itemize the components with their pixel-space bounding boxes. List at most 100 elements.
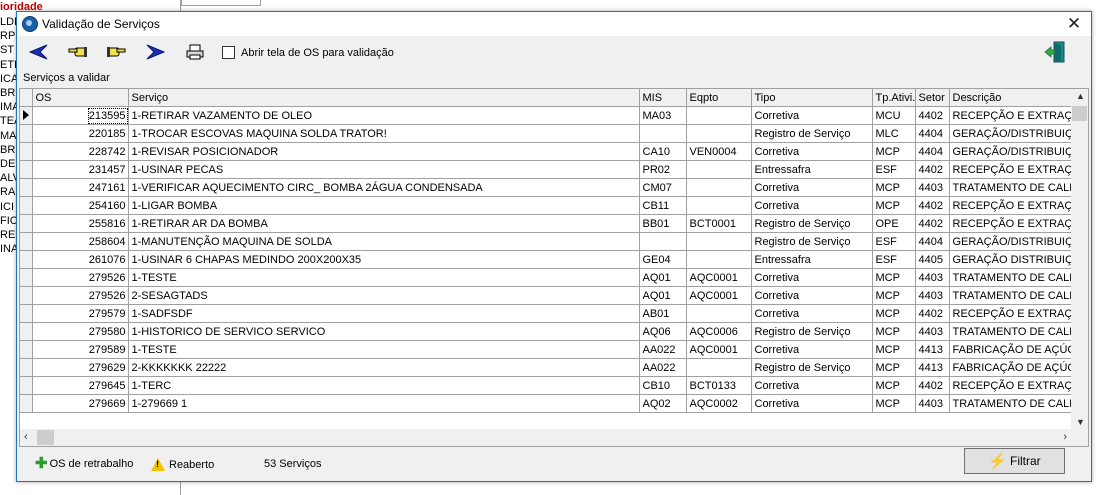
cell-setor[interactable]: 4402 bbox=[915, 106, 950, 125]
cell-servico[interactable]: 1-USINAR 6 CHAPAS MEDINDO 200X200X35 bbox=[128, 250, 640, 269]
cell-os[interactable]: 279629 bbox=[32, 358, 129, 377]
vertical-scrollbar[interactable]: ▲ ▼ bbox=[1071, 89, 1088, 429]
cell-setor[interactable]: 4405 bbox=[915, 250, 950, 269]
cell-descricao[interactable]: GERAÇÃO DISTRIBUIÇÃO bbox=[949, 250, 1073, 269]
scroll-up-icon[interactable]: ▲ bbox=[1076, 91, 1085, 101]
cell-descricao[interactable]: GERAÇÃO/DISTRIBUIÇÃO bbox=[949, 142, 1073, 161]
cell-os[interactable]: 261076 bbox=[32, 250, 129, 269]
cell-os[interactable]: 255816 bbox=[32, 214, 129, 233]
vertical-scroll-thumb[interactable] bbox=[1072, 106, 1087, 121]
open-os-checkbox[interactable] bbox=[222, 46, 235, 59]
cell-servico[interactable]: 1-HISTORICO DE SERVICO SERVICO bbox=[128, 322, 640, 341]
cell-mis[interactable]: GE04 bbox=[639, 250, 687, 269]
cell-servico[interactable]: 1-SADFSDF bbox=[128, 304, 640, 323]
cell-servico[interactable]: 1-279669 1 bbox=[128, 394, 640, 413]
cell-tp-ativi[interactable]: MCP bbox=[872, 286, 916, 305]
cell-eqpto[interactable]: BCT0001 bbox=[686, 214, 752, 233]
print-button[interactable] bbox=[183, 41, 207, 63]
cell-tp-ativi[interactable]: MLC bbox=[872, 124, 916, 143]
cell-os[interactable]: 279669 bbox=[32, 394, 129, 413]
cell-descricao[interactable]: GERAÇÃO/DISTRIBUIÇÃO bbox=[949, 232, 1073, 251]
cell-servico[interactable]: 1-RETIRAR VAZAMENTO DE OLEO bbox=[128, 106, 640, 125]
cell-servico[interactable]: 1-MANUTENÇÃO MAQUINA DE SOLDA bbox=[128, 232, 640, 251]
cell-tp-ativi[interactable]: ESF bbox=[872, 232, 916, 251]
cell-tp-ativi[interactable]: MCP bbox=[872, 196, 916, 215]
row-indicator[interactable] bbox=[20, 394, 33, 413]
cell-eqpto[interactable] bbox=[686, 124, 752, 143]
cell-eqpto[interactable]: VEN0004 bbox=[686, 142, 752, 161]
horizontal-scroll-thumb[interactable] bbox=[37, 430, 54, 445]
cell-descricao[interactable]: FABRICAÇÃO DE AÇÚCAR bbox=[949, 358, 1073, 377]
table-row[interactable]: 279579 1-SADFSDF AB01 Corretiva MCP 4402 RECEP… bbox=[20, 304, 1073, 323]
cell-setor[interactable]: 4404 bbox=[915, 124, 950, 143]
cell-servico[interactable]: 1-TESTE bbox=[128, 268, 640, 287]
cell-os[interactable]: 279526 bbox=[32, 268, 129, 287]
table-row[interactable]: 258604 1-MANUTENÇÃO MAQUINA DE SOLDA Regis… bbox=[20, 232, 1073, 251]
cell-descricao[interactable]: FABRICAÇÃO DE AÇÚCAR bbox=[949, 340, 1073, 359]
cell-servico[interactable]: 1-TROCAR ESCOVAS MAQUINA SOLDA TRATOR! bbox=[128, 124, 640, 143]
cell-eqpto[interactable] bbox=[686, 232, 752, 251]
cell-descricao[interactable]: RECEPÇÃO E EXTRAÇÃO bbox=[949, 304, 1073, 323]
cell-eqpto[interactable]: BCT0133 bbox=[686, 376, 752, 395]
row-indicator[interactable] bbox=[20, 232, 33, 251]
cell-servico[interactable]: 2-SESAGTADS bbox=[128, 286, 640, 305]
cell-os[interactable]: 213595 bbox=[32, 106, 129, 125]
cell-tp-ativi[interactable]: ESF bbox=[872, 250, 916, 269]
cell-eqpto[interactable]: AQC0002 bbox=[686, 394, 752, 413]
cell-os[interactable]: 279579 bbox=[32, 304, 129, 323]
row-indicator[interactable] bbox=[20, 376, 33, 395]
cell-tipo[interactable]: Registro de Serviço bbox=[751, 322, 873, 341]
cell-servico[interactable]: 1-TERC bbox=[128, 376, 640, 395]
cell-tp-ativi[interactable]: MCP bbox=[872, 322, 916, 341]
cell-eqpto[interactable] bbox=[686, 160, 752, 179]
scroll-left-icon[interactable]: ‹ bbox=[24, 431, 28, 443]
cell-os[interactable]: 258604 bbox=[32, 232, 129, 251]
row-indicator[interactable] bbox=[20, 286, 33, 305]
cell-eqpto[interactable] bbox=[686, 106, 752, 125]
previous-record-button[interactable] bbox=[66, 41, 90, 63]
row-indicator[interactable] bbox=[20, 106, 33, 125]
cell-mis[interactable] bbox=[639, 124, 687, 143]
table-row[interactable]: 255816 1-RETIRAR AR DA BOMBA BB01 BCT0001 Re… bbox=[20, 214, 1073, 233]
column-header-setor[interactable]: Setor bbox=[915, 89, 950, 107]
cell-mis[interactable]: AA022 bbox=[639, 340, 687, 359]
table-row[interactable]: 279669 1-279669 1 AQ02 AQC0002 Corretiva MCP 4… bbox=[20, 394, 1073, 413]
cell-mis[interactable]: AQ06 bbox=[639, 322, 687, 341]
cell-mis[interactable]: BB01 bbox=[639, 214, 687, 233]
cell-servico[interactable]: 1-REVISAR POSICIONADOR bbox=[128, 142, 640, 161]
table-row[interactable]: 279526 2-SESAGTADS AQ01 AQC0001 Corretiva MCP… bbox=[20, 286, 1073, 305]
cell-tp-ativi[interactable]: MCP bbox=[872, 268, 916, 287]
row-indicator[interactable] bbox=[20, 196, 33, 215]
cell-mis[interactable]: CB10 bbox=[639, 376, 687, 395]
cell-mis[interactable]: AQ01 bbox=[639, 286, 687, 305]
cell-eqpto[interactable] bbox=[686, 304, 752, 323]
cell-tipo[interactable]: Entressafra bbox=[751, 160, 873, 179]
cell-tp-ativi[interactable]: MCU bbox=[872, 106, 916, 125]
row-indicator[interactable] bbox=[20, 142, 33, 161]
cell-eqpto[interactable]: AQC0001 bbox=[686, 268, 752, 287]
table-row[interactable]: 279580 1-HISTORICO DE SERVICO SERVICO AQ06… bbox=[20, 322, 1073, 341]
open-os-checkbox-row[interactable]: Abrir tela de OS para validação bbox=[222, 46, 394, 59]
cell-servico[interactable]: 1-USINAR PECAS bbox=[128, 160, 640, 179]
filter-button[interactable]: ⚡ Filtrar bbox=[964, 448, 1065, 474]
cell-descricao[interactable]: RECEPÇÃO E EXTRAÇÃO bbox=[949, 214, 1073, 233]
row-indicator[interactable] bbox=[20, 124, 33, 143]
cell-eqpto[interactable] bbox=[686, 178, 752, 197]
cell-eqpto[interactable] bbox=[686, 196, 752, 215]
cell-mis[interactable]: CB11 bbox=[639, 196, 687, 215]
cell-mis[interactable]: AB01 bbox=[639, 304, 687, 323]
exit-button[interactable] bbox=[1041, 39, 1069, 65]
table-row[interactable]: 261076 1-USINAR 6 CHAPAS MEDINDO 200X200X… bbox=[20, 250, 1073, 269]
horizontal-scrollbar[interactable]: ‹ › bbox=[20, 429, 1071, 446]
cell-eqpto[interactable] bbox=[686, 358, 752, 377]
services-grid[interactable]: OS Serviço MIS Eqpto Tipo Tp.Ativi. Setor Descr… bbox=[19, 88, 1089, 447]
cell-descricao[interactable]: TRATAMENTO DE CALDO bbox=[949, 286, 1073, 305]
first-record-button[interactable] bbox=[27, 41, 51, 63]
cell-mis[interactable]: PR02 bbox=[639, 160, 687, 179]
row-indicator[interactable] bbox=[20, 178, 33, 197]
table-row[interactable]: 254160 1-LIGAR BOMBA CB11 Corretiva MCP 4402 R… bbox=[20, 196, 1073, 215]
row-indicator[interactable] bbox=[20, 304, 33, 323]
column-header-tp-ativi[interactable]: Tp.Ativi. bbox=[872, 89, 916, 107]
cell-eqpto[interactable]: AQC0001 bbox=[686, 340, 752, 359]
cell-os[interactable]: 254160 bbox=[32, 196, 129, 215]
